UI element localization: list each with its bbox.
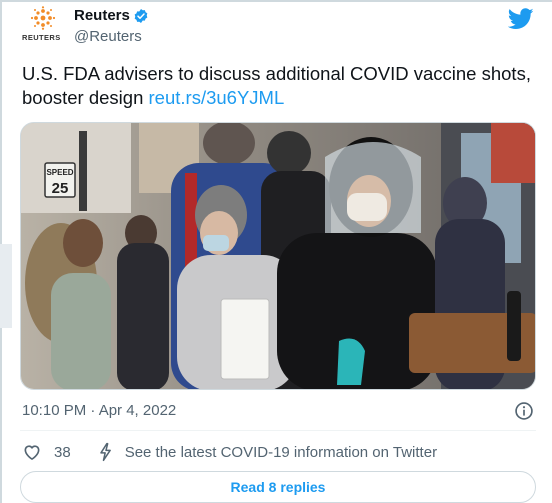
author-name-row[interactable]: Reuters [74,7,149,24]
svg-text:SPEED: SPEED [46,168,73,177]
reuters-logo-mark [30,6,56,30]
news-photo: SPEED 25 [21,123,535,389]
tweet-link[interactable]: reut.rs/3u6YJML [149,87,285,108]
tweet-text: U.S. FDA advisers to discuss additional … [22,62,532,110]
top-edge [0,0,552,2]
read-replies-label: Read 8 replies [230,479,326,495]
lightning-icon [99,442,111,462]
read-replies-button[interactable]: Read 8 replies [20,471,536,503]
author-handle[interactable]: @Reuters [74,28,142,45]
author-name[interactable]: Reuters [74,7,130,24]
left-edge-strip [0,244,12,328]
verified-badge-icon [134,8,148,23]
divider [20,430,536,431]
svg-text:25: 25 [52,180,69,197]
covid-info-link[interactable]: See the latest COVID-19 information on T… [125,444,437,461]
logo-wordmark: REUTERS [22,33,61,42]
like-count[interactable]: 38 [54,444,71,461]
heart-icon[interactable] [22,442,42,462]
info-icon[interactable] [514,401,534,421]
twitter-bird-icon[interactable] [508,8,534,30]
tweet-photo[interactable]: SPEED 25 [20,122,536,390]
reuters-logo[interactable]: REUTERS [22,6,64,46]
tweet-header: REUTERS Reuters @Reuters [22,4,542,52]
tweet-timestamp[interactable]: 10:10 PM · Apr 4, 2022 [22,402,176,419]
tweet-actions: 38 See the latest COVID-19 information o… [22,440,437,464]
